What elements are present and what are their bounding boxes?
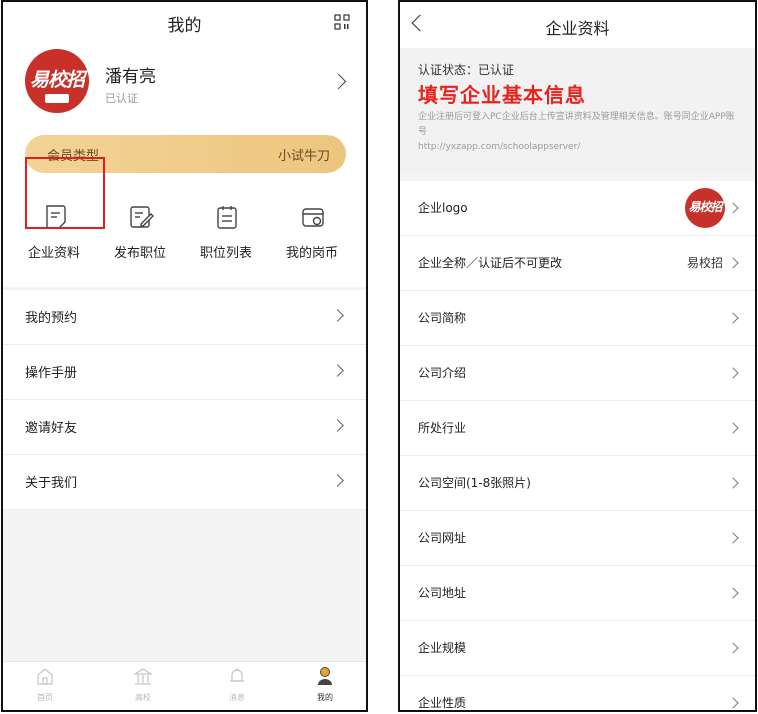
field-value: 易校招 [686,256,723,270]
chevron-right-icon [727,422,739,434]
wallet-icon [302,208,324,227]
field-label: 所处行业 [418,421,467,435]
field-company-size[interactable]: 企业规模 [400,621,755,676]
chevron-right-icon [727,587,739,599]
field-label: 公司空间(1-8张照片) [418,476,531,490]
certification-info: 认证状态：已认证 填写企业基本信息 企业注册后可登入PC企业后台上传宣讲资料及管… [400,48,755,174]
page-title: 我的 [167,16,202,36]
chevron-right-icon [727,367,739,379]
menu-label: 关于我们 [25,476,78,491]
certification-status: 认证状态：已认证 [418,63,515,77]
chevron-right-icon [727,532,739,544]
field-label: 公司介绍 [418,366,467,380]
grid-label: 发布职位 [113,246,166,261]
menu-label: 邀请好友 [25,421,78,436]
tab-home[interactable]: 首页 [15,666,75,706]
field-short-name[interactable]: 公司简称 [400,291,755,346]
menu-list: 我的预约 操作手册 邀请好友 关于我们 [3,290,366,510]
field-company-photos[interactable]: 公司空间(1-8张照片) [400,456,755,511]
user-icon [318,667,332,685]
tab-label: 我的 [317,693,333,702]
verification-status: 已认证 [105,92,138,105]
user-name: 潘有亮 [105,67,156,87]
highlight-box [25,157,105,229]
edit-icon [130,206,154,228]
tab-schools[interactable]: 高校 [113,666,173,706]
field-label: 企业全称／认证后不可更改 [418,256,563,270]
grid-label: 企业资料 [27,246,80,261]
bottom-tab-bar: 首页 高校 消息 我的 [3,661,366,710]
tab-label: 首页 [37,693,53,702]
chevron-right-icon [727,477,739,489]
tab-label: 消息 [229,693,245,702]
field-label: 企业性质 [418,696,467,710]
chevron-right-icon [727,257,739,269]
page-title: 企业资料 [545,19,610,38]
logo-tag [45,94,69,103]
chevron-right-icon [331,419,344,432]
instruction-text: 企业注册后可登入PC企业后台上传宣讲资料及管理相关信息。账号同企业APP账号 h… [418,110,743,155]
tab-mine[interactable]: 我的 [295,666,355,706]
chevron-right-icon [331,474,344,487]
field-introduction[interactable]: 公司介绍 [400,346,755,401]
tab-messages[interactable]: 消息 [207,666,267,706]
field-industry[interactable]: 所处行业 [400,401,755,456]
field-label: 企业规模 [418,641,467,655]
field-label: 企业logo [418,201,468,215]
grid-label: 职位列表 [199,246,252,261]
logo-text: 易校招 [29,69,85,91]
field-label: 公司简称 [418,311,467,325]
chevron-right-icon [727,202,739,214]
field-website[interactable]: 公司网址 [400,511,755,566]
list-icon [217,206,237,229]
chevron-right-icon [727,312,739,324]
membership-value: 小试牛刀 [277,149,330,164]
tab-label: 高校 [135,693,151,702]
menu-item-manual[interactable]: 操作手册 [3,345,366,400]
chevron-right-icon [331,309,344,322]
menu-item-invite[interactable]: 邀请好友 [3,400,366,455]
field-company-full-name[interactable]: 企业全称／认证后不可更改 易校招 [400,236,755,291]
top-bar: 我的 [3,2,366,42]
top-bar: 企业资料 [400,2,755,48]
field-company-logo[interactable]: 企业logo 易校招 [400,181,755,236]
my-page-screen: 我的 易校招 潘有亮 已认证 会员类型 小试牛刀 企业资料 发布职位 职位列表 … [1,0,368,712]
bell-icon [230,668,244,682]
job-list-button[interactable]: 职位列表 [184,194,268,278]
field-label: 公司网址 [418,531,467,545]
chevron-right-icon [727,642,739,654]
chevron-right-icon [331,364,344,377]
field-company-type[interactable]: 企业性质 [400,676,755,710]
company-logo[interactable]: 易校招 [25,49,89,113]
menu-label: 操作手册 [25,366,78,381]
school-icon [134,668,152,685]
home-icon [37,668,53,685]
menu-item-about[interactable]: 关于我们 [3,455,366,510]
menu-item-appointments[interactable]: 我的预约 [3,290,366,345]
logo-text: 易校招 [688,200,722,214]
company-logo-thumbnail: 易校招 [685,188,725,228]
qr-code-icon[interactable] [334,14,350,30]
company-profile-screen: 企业资料 认证状态：已认证 填写企业基本信息 企业注册后可登入PC企业后台上传宣… [398,0,757,712]
chevron-right-icon [727,697,739,709]
grid-label: 我的岗币 [285,246,338,261]
backend-url[interactable]: http://yxzapp.com/schoolappserver/ [418,140,743,155]
instruction-desc: 企业注册后可登入PC企业后台上传宣讲资料及管理相关信息。账号同企业APP账号 [418,112,735,137]
field-address[interactable]: 公司地址 [400,566,755,621]
field-label: 公司地址 [418,586,467,600]
chevron-right-icon[interactable] [330,73,347,90]
instruction-headline: 填写企业基本信息 [418,83,586,107]
post-job-button[interactable]: 发布职位 [98,194,182,278]
my-coins-button[interactable]: 我的岗币 [270,194,354,278]
profile-fields: 企业logo 易校招 企业全称／认证后不可更改 易校招 公司简称 公司介绍 所处… [400,181,755,710]
menu-label: 我的预约 [25,311,78,326]
